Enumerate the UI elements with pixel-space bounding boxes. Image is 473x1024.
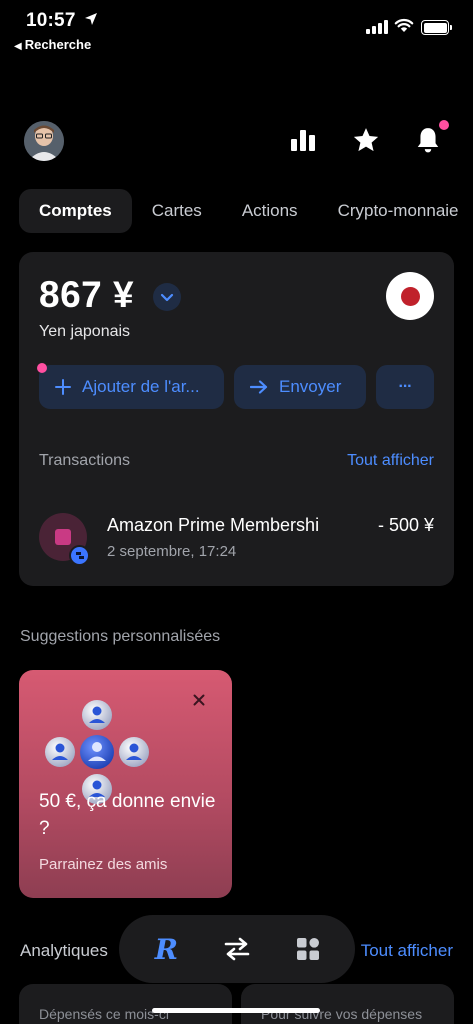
tab-cartes[interactable]: Cartes	[132, 189, 222, 233]
promo-title: 50 €, ça donne envie ?	[39, 791, 216, 839]
transaction-amount: - 500 ¥	[377, 515, 434, 535]
add-money-button[interactable]: Ajouter de l'ar...	[37, 363, 224, 409]
star-icon[interactable]	[352, 126, 380, 154]
status-time: 10:57	[26, 10, 76, 31]
profile-avatar[interactable]	[24, 121, 64, 161]
tab-comptes[interactable]: Comptes	[19, 189, 132, 233]
transaction-date: 2 septembre, 17:24	[107, 543, 237, 560]
see-all-analytics-link[interactable]: Tout afficher	[361, 941, 453, 961]
account-card: 867 ¥ Yen japonais Ajouter de l'ar... En…	[19, 252, 454, 586]
more-dots-icon: ···	[398, 378, 413, 395]
send-button[interactable]: Envoyer	[234, 365, 366, 409]
bell-icon[interactable]	[414, 126, 442, 154]
hub-icon[interactable]	[286, 927, 330, 971]
location-arrow-icon	[85, 13, 97, 25]
promo-subtitle: Parrainez des amis	[39, 856, 168, 873]
tab-crypto[interactable]: Crypto-monnaie	[318, 189, 473, 233]
cellular-signal-icon	[366, 20, 388, 34]
more-actions-button[interactable]: ···	[376, 365, 434, 409]
analytics-heading: Analytiques	[20, 941, 108, 960]
japan-flag-icon[interactable]	[386, 272, 434, 320]
plus-icon	[55, 379, 71, 395]
back-triangle-icon: ◀	[14, 41, 22, 52]
bottom-nav: R	[119, 915, 355, 983]
home-indicator	[152, 1008, 320, 1013]
send-label: Envoyer	[279, 377, 342, 396]
close-icon[interactable]	[191, 692, 207, 708]
track-spending-card[interactable]: Pour suivre vos dépenses	[241, 984, 454, 1024]
new-feature-dot	[37, 363, 47, 373]
transactions-heading: Transactions	[39, 452, 130, 469]
notification-dot	[439, 120, 449, 130]
see-all-transactions-link[interactable]: Tout afficher	[347, 452, 434, 470]
account-balance[interactable]: 867 ¥	[39, 274, 134, 316]
transaction-name: Amazon Prime Membershi	[107, 515, 320, 535]
battery-icon	[421, 20, 452, 35]
currency-name: Yen japonais	[39, 323, 131, 340]
spent-this-month-card[interactable]: Dépensés ce mois-ci	[19, 984, 232, 1024]
home-glyph: R	[154, 932, 178, 966]
analytics-icon[interactable]	[289, 126, 317, 154]
suggestions-heading: Suggestions personnalisées	[20, 628, 221, 645]
back-link-label: Recherche	[24, 37, 92, 52]
account-actions: Ajouter de l'ar... Envoyer ···	[37, 363, 434, 409]
status-bar: 10:57 ◀ Recherche	[0, 0, 473, 60]
chevron-down-icon[interactable]	[153, 283, 181, 311]
tab-actions[interactable]: Actions	[222, 189, 318, 233]
revolut-home-icon[interactable]: R	[144, 927, 188, 971]
add-money-label: Ajouter de l'ar...	[82, 377, 200, 396]
back-to-search-link[interactable]: ◀ Recherche	[14, 37, 91, 52]
avatar-photo	[24, 121, 64, 161]
arrow-right-icon	[250, 380, 268, 394]
account-tabs: Comptes Cartes Actions Crypto-monnaie	[19, 189, 473, 233]
transfer-icon[interactable]	[215, 927, 259, 971]
subscription-badge-icon	[69, 545, 90, 566]
wifi-icon	[394, 18, 414, 32]
referral-promo-card[interactable]: 50 €, ça donne envie ? Parrainez des ami…	[19, 670, 232, 898]
